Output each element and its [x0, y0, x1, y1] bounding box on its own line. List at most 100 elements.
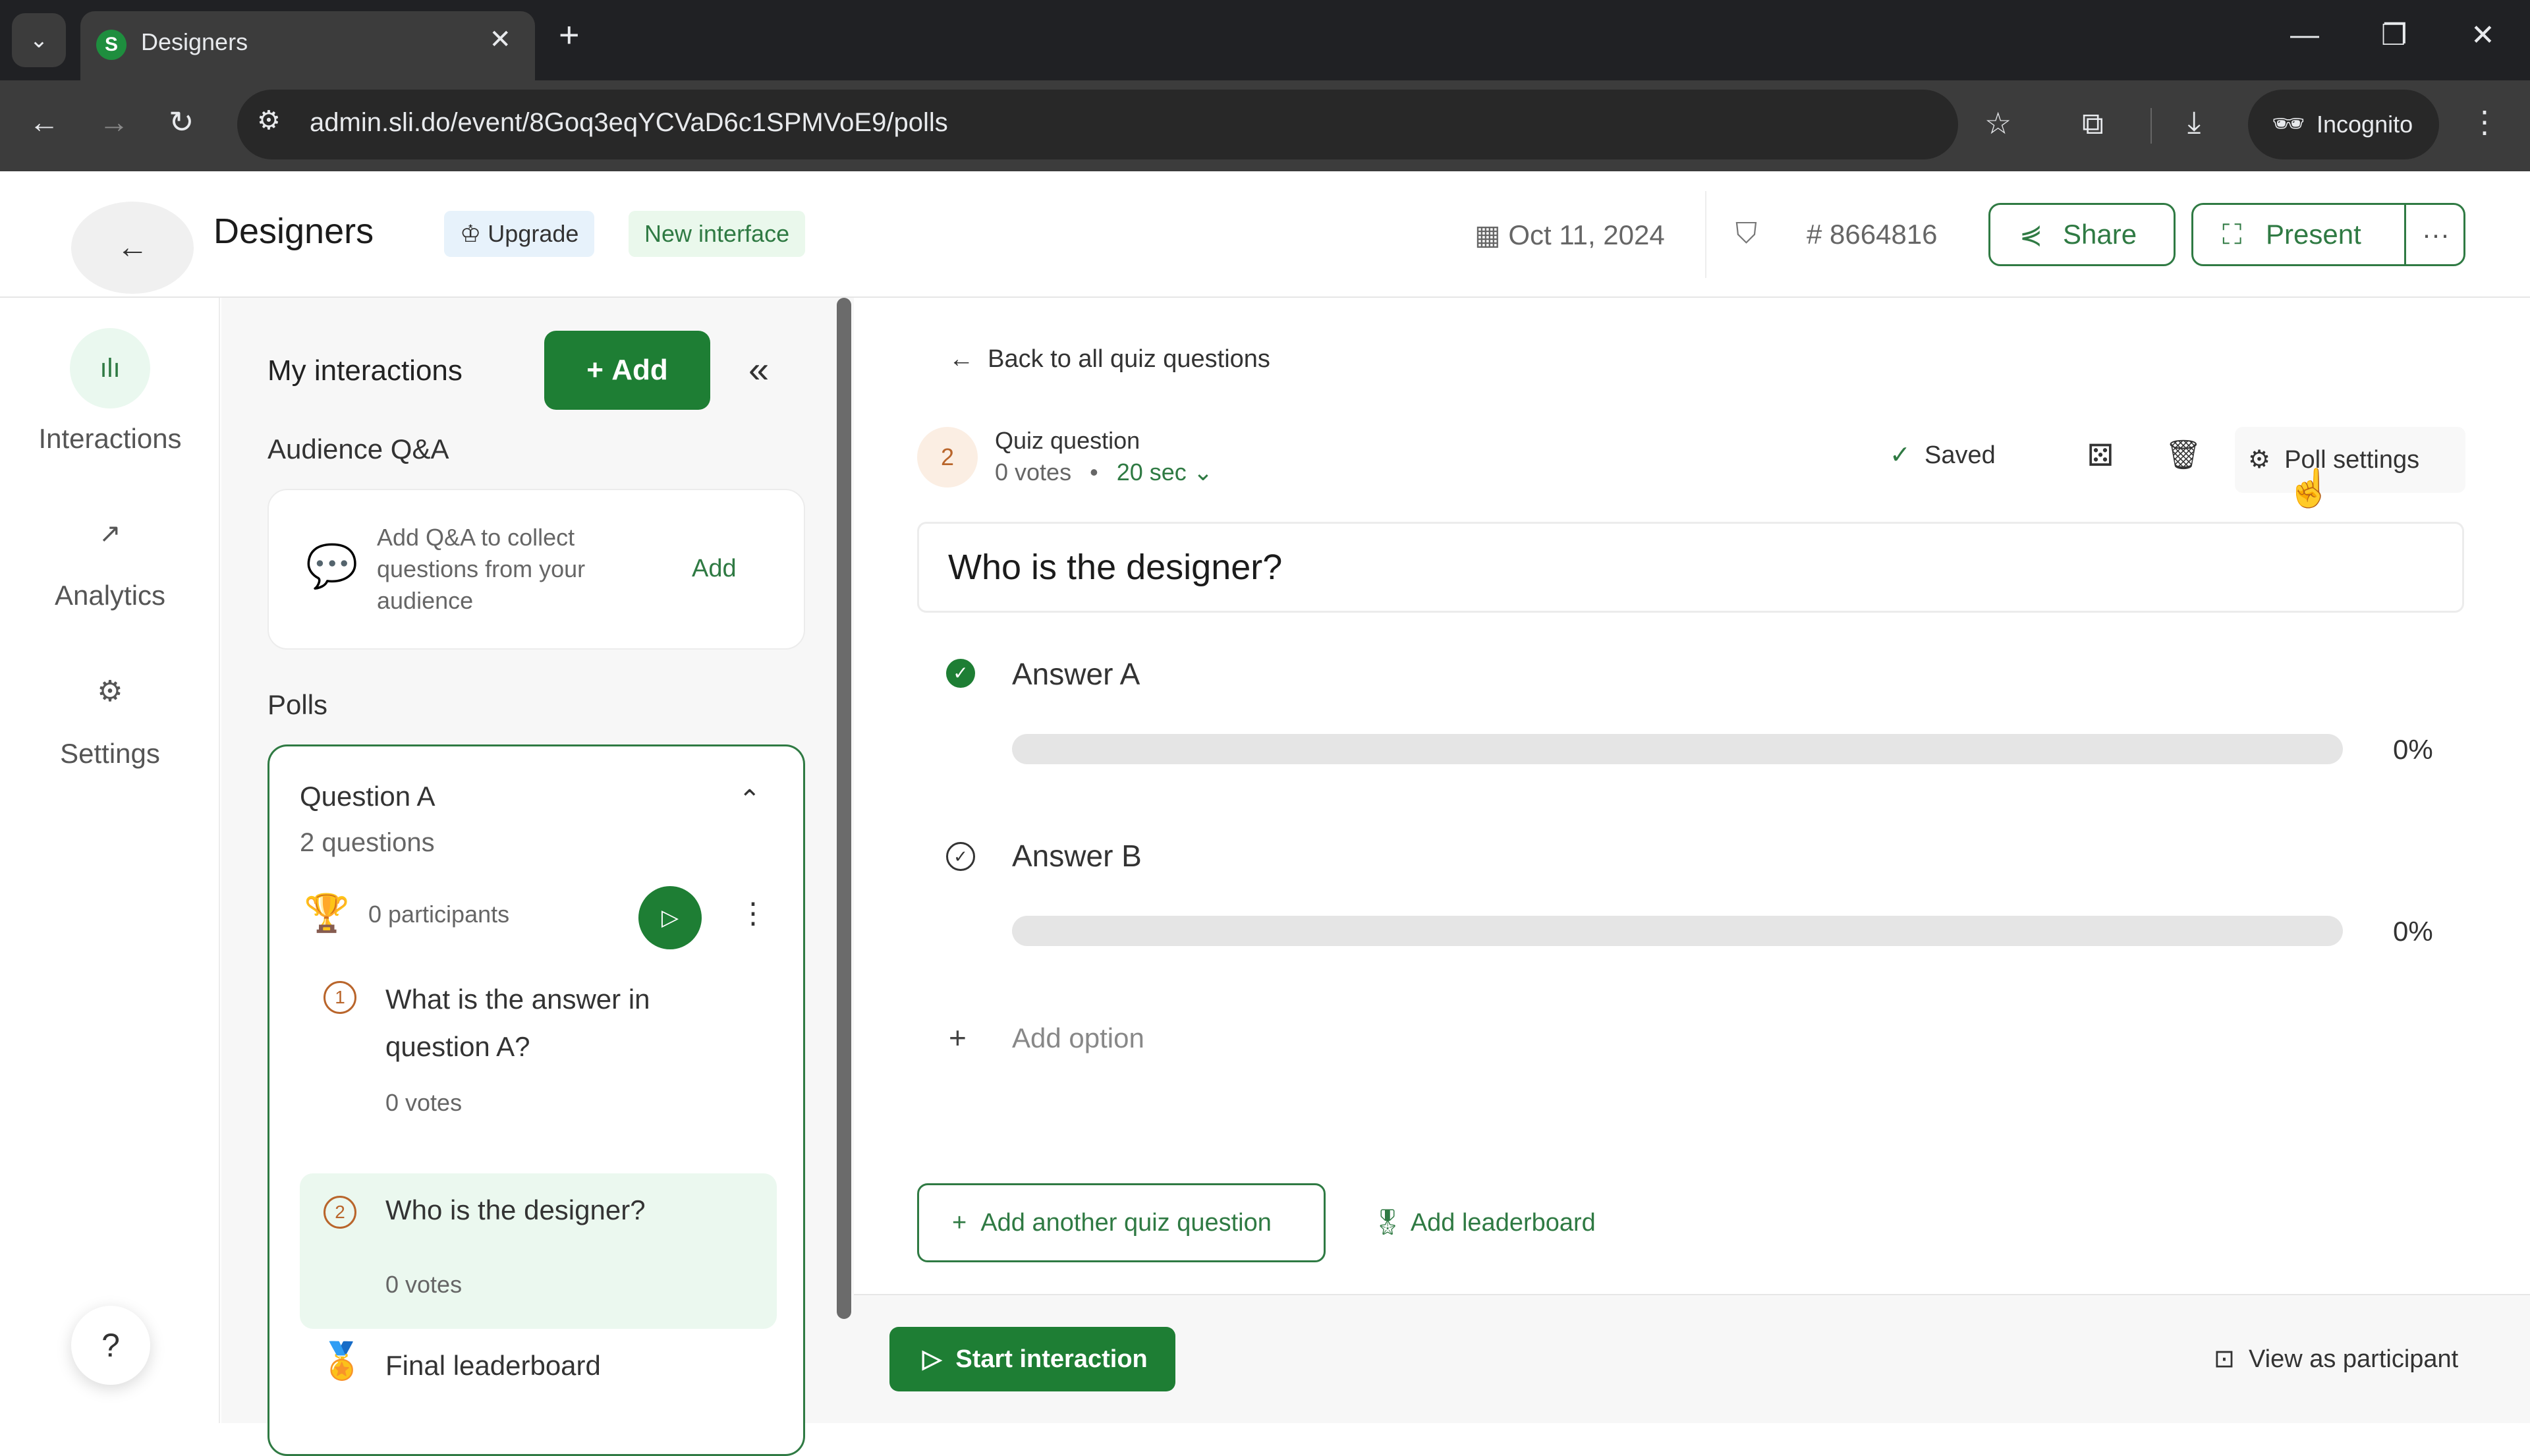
address-bar[interactable]: ⚙ admin.sli.do/event/8Goq3eqYCVaD6c1SPMV…	[237, 90, 1958, 159]
download-icon[interactable]: ⤓	[2187, 104, 2201, 141]
shield-icon[interactable]: ⛉	[1735, 217, 1757, 250]
poll-question-item[interactable]: 1 What is the answer in question A? 0 vo…	[300, 970, 777, 1155]
add-option-plus-icon[interactable]: +	[949, 1020, 967, 1055]
rail-label: Interactions	[38, 423, 182, 454]
present-split-button: ⛶ Present ···	[2191, 203, 2465, 266]
qa-add-link[interactable]: Add	[692, 555, 737, 583]
add-label: Add	[611, 354, 668, 386]
sidebar-scrollbar[interactable]	[837, 298, 851, 1319]
chat-bubble-icon: 💬	[306, 542, 358, 590]
browser-tab[interactable]: S Designers ✕	[80, 11, 535, 80]
plus-icon: +	[586, 354, 604, 386]
poll-settings-button[interactable]: ⚙ Poll settings	[2235, 427, 2465, 493]
share-icon: ⋞	[2019, 219, 2043, 250]
hand-cursor-icon: ☝	[2286, 467, 2332, 509]
present-label: Present	[2266, 219, 2361, 250]
new-tab-icon[interactable]: +	[559, 14, 580, 55]
final-leaderboard-item[interactable]: Final leaderboard	[385, 1350, 601, 1382]
answer-b-result-bar	[1012, 916, 2343, 946]
trophy-icon: 🏆	[304, 892, 350, 934]
split-divider	[2404, 205, 2406, 264]
add-leaderboard-button[interactable]: 🎖 Add leaderboard	[1372, 1208, 1596, 1237]
qa-description: Add Q&A to collect questions from your a…	[377, 524, 586, 614]
sidebar-title: My interactions	[267, 354, 463, 387]
leaderboard-award-icon: 🏅	[320, 1341, 364, 1381]
mark-correct-check-icon[interactable]: ✓	[946, 842, 975, 871]
play-icon: ▷	[661, 905, 679, 930]
poll-question-item-selected[interactable]: 2 Who is the designer? 0 votes	[300, 1173, 777, 1329]
timer-value: 20 sec	[1116, 459, 1187, 486]
collapse-chevron-icon[interactable]: ⌃	[739, 785, 761, 815]
view-as-participant-button[interactable]: ⊡ View as participant	[2214, 1344, 2458, 1374]
extensions-icon[interactable]: ⧉	[2082, 105, 2104, 142]
back-to-questions-link[interactable]: ← Back to all quiz questions	[949, 345, 1270, 374]
answer-b-percent: 0%	[2393, 916, 2433, 947]
gear-icon: ⚙	[97, 675, 123, 708]
tab-close-icon[interactable]: ✕	[489, 24, 511, 55]
new-interface-badge[interactable]: New interface	[629, 211, 806, 257]
browser-menu-icon[interactable]: ⋮	[2469, 104, 2500, 140]
crown-icon: ♔	[460, 220, 482, 247]
app-header: ← Designers ♔ Upgrade New interface ▦ Oc…	[0, 171, 2530, 298]
rail-item-analytics[interactable]: ↗ Analytics	[0, 507, 220, 611]
qa-section-title: Audience Q&A	[267, 434, 449, 464]
add-another-question-button[interactable]: + Add another quiz question	[917, 1183, 1326, 1262]
upgrade-button[interactable]: ♔ Upgrade	[444, 211, 595, 257]
minimize-icon[interactable]: —	[2290, 18, 2319, 51]
tab-title: Designers	[141, 28, 248, 55]
rail-item-interactions[interactable]: ılı Interactions	[0, 328, 220, 455]
present-more-button[interactable]: ···	[2407, 205, 2465, 264]
question-text: What is the answer in question A?	[385, 984, 650, 1062]
timer-dropdown[interactable]: 20 sec ⌄	[1117, 459, 1213, 486]
back-icon[interactable]: ←	[29, 104, 59, 140]
view-participant-label: View as participant	[2248, 1345, 2459, 1373]
left-rail: ılı Interactions ↗ Analytics ⚙ Settings …	[0, 298, 220, 1423]
answer-option-b[interactable]: Answer B	[1012, 838, 1142, 874]
randomize-dice-icon[interactable]: ⚄	[2087, 437, 2114, 473]
question-number-badge: 2	[323, 1196, 356, 1229]
meta-separator: •	[1090, 459, 1098, 486]
question-text-input[interactable]: Who is the designer?	[917, 522, 2464, 613]
votes-count: 0 votes	[995, 459, 1072, 486]
url-text[interactable]: admin.sli.do/event/8Goq3eqYCVaD6c1SPMVoE…	[310, 108, 948, 138]
back-label: Back to all quiz questions	[988, 345, 1270, 373]
forward-icon[interactable]: →	[99, 104, 129, 140]
share-button[interactable]: ⋞ Share	[1988, 203, 2176, 266]
site-info-icon[interactable]: ⚙	[257, 105, 281, 136]
date-text: Oct 11, 2024	[1508, 219, 1665, 250]
award-icon: 🎖	[1372, 1209, 1404, 1237]
add-interaction-button[interactable]: + Add	[544, 331, 710, 410]
present-button[interactable]: ⛶ Present	[2193, 205, 2404, 264]
participant-view-icon: ⊡	[2214, 1345, 2235, 1373]
event-code[interactable]: # 8664816	[1807, 219, 1938, 250]
editor-footer: ▷ Start interaction ⊡ View as participan…	[854, 1294, 2530, 1423]
poll-more-icon[interactable]: ⋮	[739, 897, 768, 930]
start-interaction-button[interactable]: ▷ Start interaction	[889, 1327, 1175, 1391]
restore-icon[interactable]: ❐	[2381, 18, 2407, 52]
window-close-icon[interactable]: ✕	[2471, 18, 2495, 52]
back-button[interactable]: ←	[71, 202, 194, 294]
answer-option-a[interactable]: Answer A	[1012, 656, 1140, 692]
collapse-sidebar-icon[interactable]: «	[748, 348, 769, 391]
help-button[interactable]: ?	[71, 1306, 150, 1385]
browser-tab-bar: ⌄ S Designers ✕ + — ❐ ✕	[0, 0, 2530, 80]
rail-item-settings[interactable]: ⚙ Settings	[0, 665, 220, 770]
reload-icon[interactable]: ↻	[169, 104, 194, 140]
tab-search-chevron-icon[interactable]: ⌄	[12, 13, 66, 67]
quiz-editor: ← Back to all quiz questions 2 Quiz ques…	[854, 298, 2530, 1294]
correct-answer-check-icon[interactable]: ✓	[946, 659, 975, 688]
incognito-badge[interactable]: 🕶 Incognito	[2248, 90, 2439, 159]
question-type: Quiz question	[995, 427, 1140, 454]
poll-card[interactable]: Question A ⌃ 2 questions 🏆 0 participant…	[267, 744, 805, 1456]
event-title: Designers	[213, 211, 374, 251]
answer-a-percent: 0%	[2393, 734, 2433, 765]
bookmark-star-icon[interactable]: ☆	[1984, 105, 2011, 141]
event-date: ▦ Oct 11, 2024	[1475, 219, 1665, 251]
help-icon: ?	[101, 1327, 120, 1364]
incognito-label: Incognito	[2317, 111, 2413, 138]
delete-trash-icon[interactable]: 🗑	[2165, 437, 2202, 472]
answer-a-result-bar	[1012, 734, 2343, 764]
add-option-button[interactable]: Add option	[1012, 1022, 1144, 1054]
question-text: Who is the designer?	[385, 1194, 646, 1225]
play-poll-button[interactable]: ▷	[638, 886, 702, 949]
